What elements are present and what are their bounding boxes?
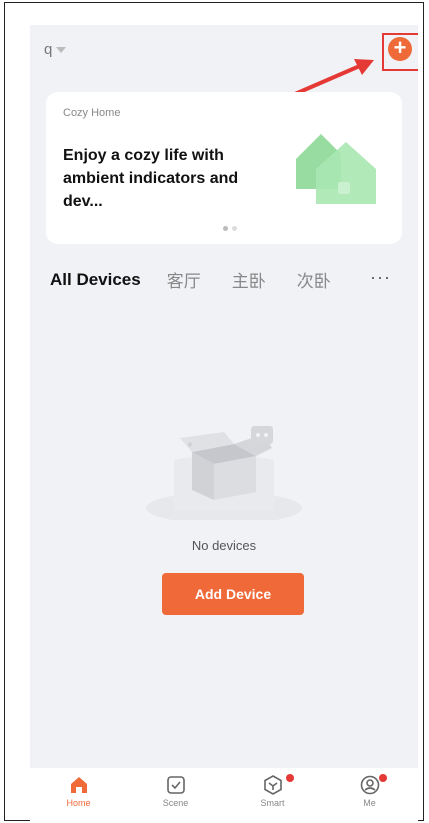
smart-cube-icon	[263, 775, 282, 795]
banner-pagination	[223, 226, 237, 231]
tabbar-item-me[interactable]: Me	[321, 768, 418, 822]
tab-all-devices[interactable]: All Devices	[50, 270, 141, 290]
app-screen: q + Cozy Home Enjoy a cozy life with amb…	[30, 25, 418, 822]
tab-master-bedroom[interactable]: 主卧	[232, 267, 266, 292]
room-tabs: All Devices 客厅 主卧 次卧	[50, 267, 410, 292]
home-switcher[interactable]: q	[44, 41, 67, 58]
tabbar-item-smart[interactable]: Smart	[224, 768, 321, 822]
tabbar-label: Me	[363, 798, 376, 808]
banner-kicker: Cozy Home	[63, 107, 121, 119]
profile-icon	[360, 775, 379, 795]
pagination-dot	[223, 226, 228, 231]
add-device-button[interactable]: Add Device	[162, 573, 304, 615]
pagination-dot	[232, 226, 237, 231]
tab-living-room[interactable]: 客厅	[167, 267, 201, 292]
scene-check-icon	[166, 776, 185, 794]
screenshot-frame: q + Cozy Home Enjoy a cozy life with amb…	[4, 2, 424, 822]
notification-badge	[379, 774, 387, 782]
house-illustration-icon	[296, 134, 376, 204]
tabbar-item-scene[interactable]: Scene	[127, 768, 224, 822]
tabbar-label: Smart	[260, 798, 285, 808]
empty-box-illustration-icon	[146, 426, 302, 520]
empty-state-label: No devices	[191, 538, 257, 553]
tabbar-item-home[interactable]: Home	[30, 768, 127, 822]
promo-banner[interactable]: Cozy Home Enjoy a cozy life with ambient…	[46, 92, 402, 244]
tabbar-label: Scene	[162, 798, 189, 808]
annotation-highlight-box	[382, 33, 418, 71]
caret-down-icon	[56, 47, 67, 53]
notification-badge	[286, 774, 294, 782]
tab-second-bedroom[interactable]: 次卧	[297, 267, 331, 292]
home-name: q	[44, 41, 53, 58]
home-icon	[70, 777, 87, 793]
tabbar-label: Home	[66, 798, 91, 808]
banner-title: Enjoy a cozy life with ambient indicator…	[63, 147, 239, 210]
bottom-tab-bar: Home Scene Smart Me	[30, 768, 418, 822]
more-rooms-icon[interactable]: ···	[370, 267, 391, 288]
